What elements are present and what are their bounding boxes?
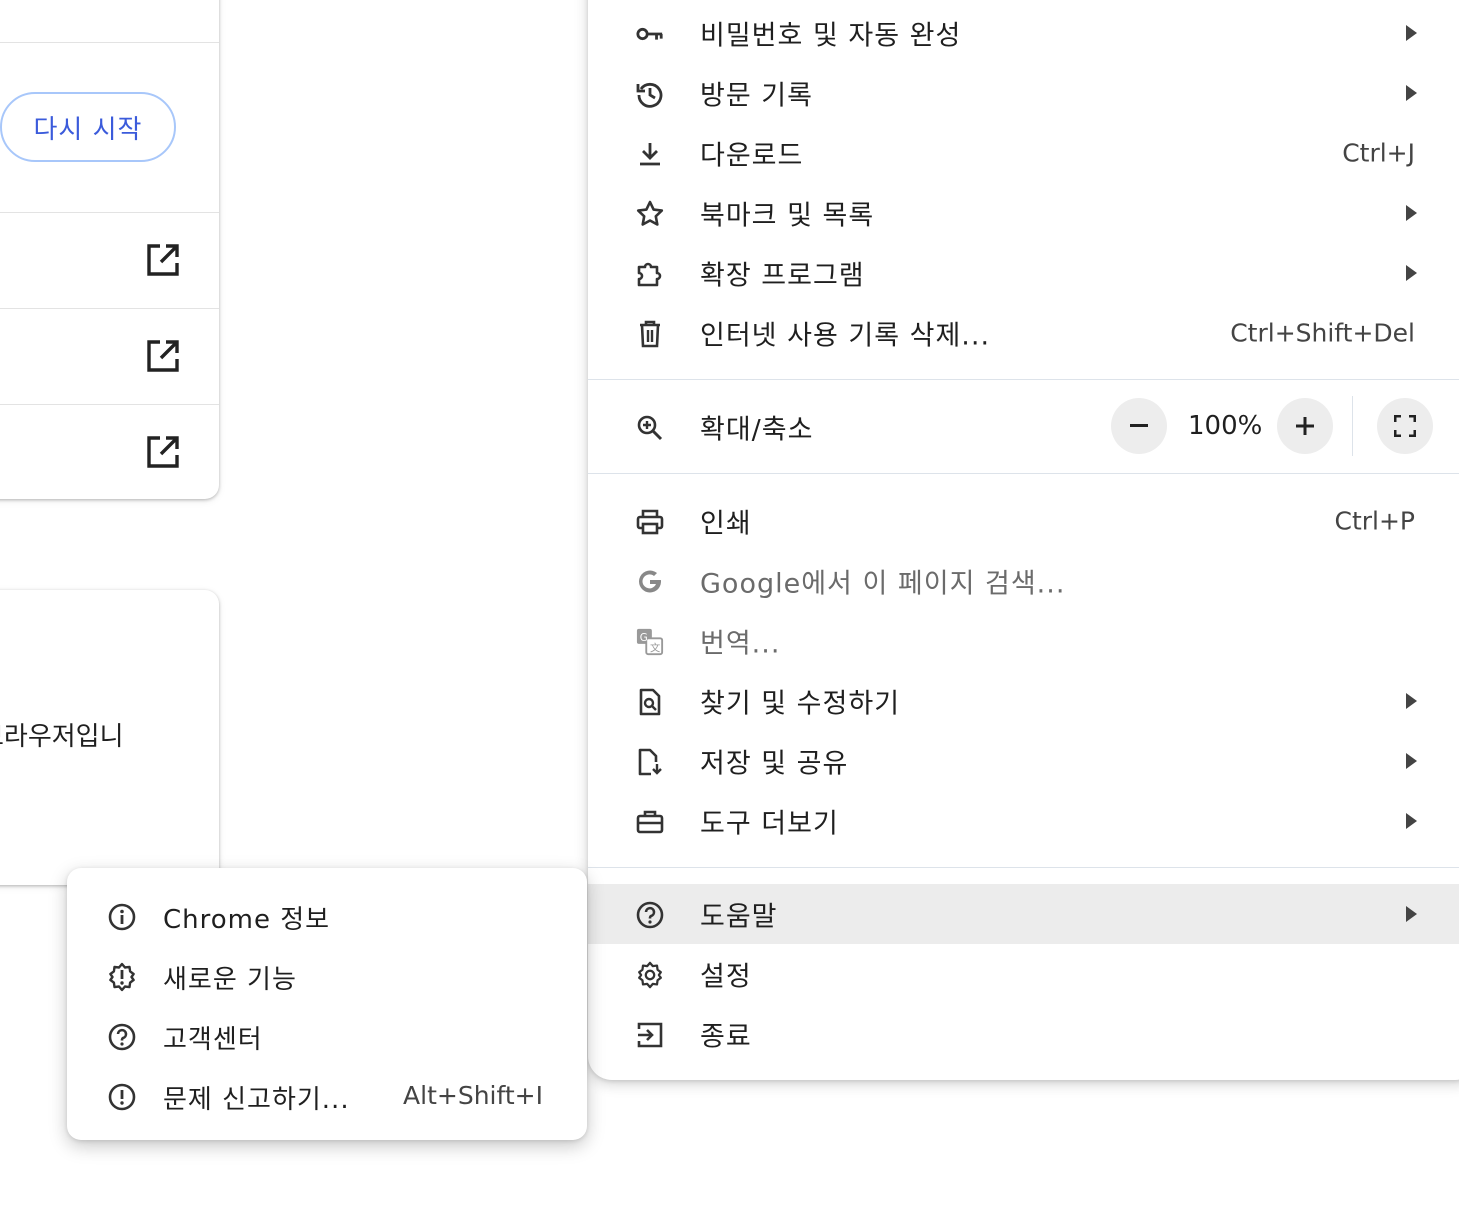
extension-icon (636, 260, 664, 288)
submenu-item-label: 고객센터 (163, 1025, 263, 1055)
key-icon (636, 20, 664, 48)
zoom-value: 100% (1188, 411, 1263, 441)
fullscreen-icon (1394, 415, 1416, 437)
shortcut-text: Alt+Shift+I (403, 1081, 543, 1110)
menu-item-label: 인터넷 사용 기록 삭제... (700, 320, 991, 352)
submenu-arrow-icon (1406, 813, 1417, 829)
star-icon (636, 200, 664, 228)
menu-item-label: 찾기 및 수정하기 (700, 688, 901, 720)
card-divider (0, 212, 219, 213)
menu-item-help[interactable]: 도움말 (588, 884, 1459, 944)
print-icon (636, 508, 664, 536)
menu-item-bookmarks[interactable]: 북마크 및 목록 (588, 183, 1459, 243)
minus-icon (1130, 424, 1148, 427)
menu-item-label: 인쇄 (700, 508, 752, 540)
menu-item-history[interactable]: 방문 기록 (588, 63, 1459, 123)
submenu-arrow-icon (1406, 85, 1417, 101)
trash-icon (636, 320, 664, 348)
menu-item-label: 다운로드 (700, 140, 804, 172)
fullscreen-button[interactable] (1377, 398, 1433, 454)
help-icon (636, 901, 664, 929)
menu-item-label: 비밀번호 및 자동 완성 (700, 20, 962, 52)
menu-item-label: 도움말 (700, 901, 778, 933)
menu-item-passwords[interactable]: 비밀번호 및 자동 완성 (588, 3, 1459, 63)
menu-item-label: 번역... (700, 628, 781, 660)
menu-item-label: 북마크 및 목록 (700, 200, 875, 232)
menu-item-save-share[interactable]: 저장 및 공유 (588, 731, 1459, 791)
settings-icon (636, 961, 664, 989)
submenu-arrow-icon (1406, 25, 1417, 41)
submenu-arrow-icon (1406, 906, 1417, 922)
card-divider (0, 308, 219, 309)
menu-item-search-google[interactable]: Google에서 이 페이지 검색... (588, 551, 1459, 611)
menu-item-print[interactable]: 인쇄 Ctrl+P (588, 491, 1459, 551)
restart-button[interactable]: 다시 시작 (0, 92, 176, 162)
help-center-icon (107, 1022, 137, 1052)
zoom-label: 확대/축소 (700, 414, 814, 446)
menu-item-label: 설정 (700, 961, 752, 993)
menu-item-label: 저장 및 공유 (700, 748, 849, 780)
menu-separator (588, 473, 1459, 474)
svg-text:G: G (640, 632, 648, 644)
info-icon (107, 902, 137, 932)
zoom-out-button[interactable] (1111, 398, 1167, 454)
menu-item-find-edit[interactable]: 찾기 및 수정하기 (588, 671, 1459, 731)
submenu-item-about-chrome[interactable]: Chrome 정보 (67, 886, 587, 946)
zoom-divider (1352, 396, 1353, 456)
settings-card-top: 다시 시작 (0, 0, 219, 499)
translate-icon: G文 (636, 628, 664, 656)
menu-item-more-tools[interactable]: 도구 더보기 (588, 791, 1459, 851)
settings-card-bottom: 브라우저입니 (0, 590, 219, 885)
save-share-icon (636, 748, 664, 776)
svg-text:文: 文 (650, 641, 660, 654)
toolbox-icon (636, 808, 664, 836)
zoom-in-button[interactable] (1277, 398, 1333, 454)
plus-icon (1296, 417, 1314, 435)
chrome-main-menu: 비밀번호 및 자동 완성 방문 기록 다운로드 Ctrl+J 북마크 및 목록 … (588, 0, 1459, 1080)
shortcut-text: Ctrl+Shift+Del (1230, 318, 1415, 348)
menu-item-label: 종료 (700, 1021, 752, 1053)
open-external-icon[interactable] (145, 338, 181, 374)
menu-item-label: 확장 프로그램 (700, 260, 865, 292)
menu-item-settings[interactable]: 설정 (588, 944, 1459, 1004)
card-divider (0, 42, 219, 43)
submenu-arrow-icon (1406, 693, 1417, 709)
menu-item-label: 도구 더보기 (700, 808, 839, 840)
menu-separator (588, 867, 1459, 868)
card-text: 브라우저입니 (0, 722, 124, 752)
exit-icon (636, 1021, 664, 1049)
submenu-item-label: 문제 신고하기... (163, 1085, 350, 1115)
google-icon (636, 568, 664, 596)
menu-separator (588, 379, 1459, 380)
report-issue-icon (107, 1082, 137, 1112)
open-external-icon[interactable] (145, 434, 181, 470)
submenu-arrow-icon (1406, 265, 1417, 281)
history-icon (636, 80, 664, 108)
submenu-arrow-icon (1406, 205, 1417, 221)
zoom-icon (636, 414, 664, 442)
download-icon (636, 140, 664, 168)
menu-item-downloads[interactable]: 다운로드 Ctrl+J (588, 123, 1459, 183)
menu-item-label: 방문 기록 (700, 80, 813, 112)
submenu-arrow-icon (1406, 753, 1417, 769)
shortcut-text: Ctrl+J (1342, 138, 1415, 168)
menu-item-clear-browsing-data[interactable]: 인터넷 사용 기록 삭제... Ctrl+Shift+Del (588, 303, 1459, 363)
submenu-item-report-issue[interactable]: 문제 신고하기... Alt+Shift+I (67, 1066, 587, 1126)
submenu-item-label: 새로운 기능 (163, 965, 297, 995)
open-external-icon[interactable] (145, 242, 181, 278)
submenu-item-whats-new[interactable]: 새로운 기능 (67, 946, 587, 1006)
help-submenu: Chrome 정보 새로운 기능 고객센터 문제 신고하기... Alt+Shi… (67, 868, 587, 1140)
menu-item-translate[interactable]: G文 번역... (588, 611, 1459, 671)
card-divider (0, 404, 219, 405)
menu-item-extensions[interactable]: 확장 프로그램 (588, 243, 1459, 303)
menu-item-label: Google에서 이 페이지 검색... (700, 568, 1066, 600)
menu-item-exit[interactable]: 종료 (588, 1004, 1459, 1064)
shortcut-text: Ctrl+P (1334, 506, 1415, 536)
new-feature-icon (107, 962, 137, 992)
submenu-item-label: Chrome 정보 (163, 905, 331, 935)
submenu-item-help-center[interactable]: 고객센터 (67, 1006, 587, 1066)
find-icon (636, 688, 664, 716)
